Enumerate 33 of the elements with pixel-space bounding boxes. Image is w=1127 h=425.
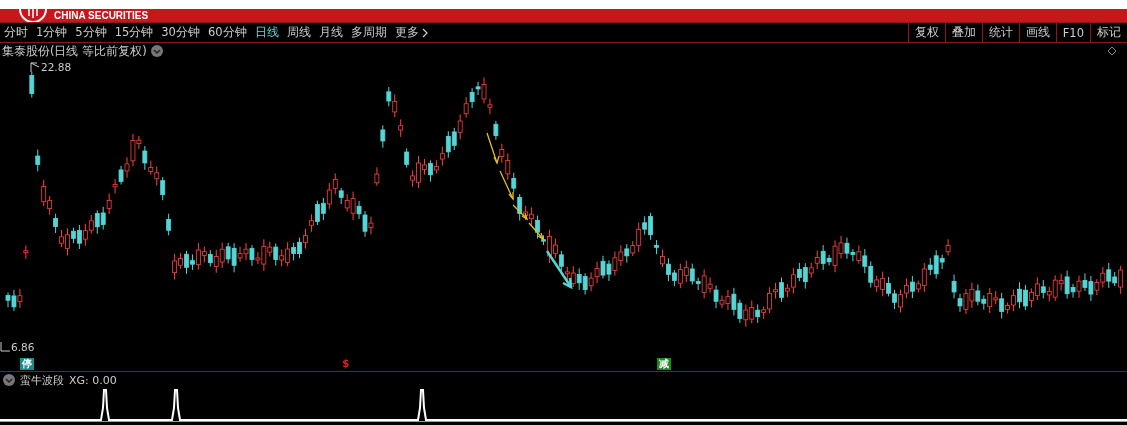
period-tab[interactable]: 1分钟 xyxy=(32,25,72,40)
period-tab[interactable]: 30分钟 xyxy=(157,25,204,40)
chevron-icon xyxy=(421,27,428,38)
period-tab[interactable]: 多周期 xyxy=(346,25,391,40)
price-high-label: 22.88 xyxy=(41,61,72,73)
price-low-label: 6.86 xyxy=(11,341,35,353)
chart-title: 集泰股份(日线 等比前复权) xyxy=(2,43,147,59)
indicator-name: 蛮牛波段 xyxy=(20,372,64,388)
signal-marker: $ xyxy=(341,358,351,370)
signal-marker: 减 xyxy=(657,358,672,370)
tool-button[interactable]: 标记 xyxy=(1090,23,1127,42)
period-tab[interactable]: 5分钟 xyxy=(71,25,111,40)
indicator-reading: XG: 0.00 xyxy=(69,373,117,387)
tool-button[interactable]: 复权 xyxy=(907,23,945,42)
signal-marker: 停 xyxy=(20,358,35,370)
period-tab[interactable]: 60分钟 xyxy=(203,25,251,40)
logo-icon xyxy=(18,9,48,22)
period-tab[interactable]: 15分钟 xyxy=(110,25,158,40)
period-tab[interactable]: 周线 xyxy=(282,25,315,40)
tool-button[interactable]: 统计 xyxy=(981,23,1019,42)
period-tab[interactable]: 日线 xyxy=(250,25,283,40)
period-tab[interactable]: 月线 xyxy=(314,25,347,40)
arrow-icon xyxy=(30,62,40,72)
diamond-icon[interactable] xyxy=(1107,46,1117,56)
period-tab[interactable]: 分时 xyxy=(0,25,32,40)
tool-button[interactable]: 画线 xyxy=(1018,23,1056,42)
dropdown-icon[interactable] xyxy=(3,374,15,386)
tool-button[interactable]: F10 xyxy=(1055,23,1090,42)
dropdown-icon[interactable] xyxy=(150,45,163,57)
arrow-icon xyxy=(0,342,10,352)
period-tab[interactable]: 更多 xyxy=(390,25,432,40)
logo-text: CHINA SECURITIES xyxy=(54,10,149,22)
tool-button[interactable]: 叠加 xyxy=(944,23,982,42)
